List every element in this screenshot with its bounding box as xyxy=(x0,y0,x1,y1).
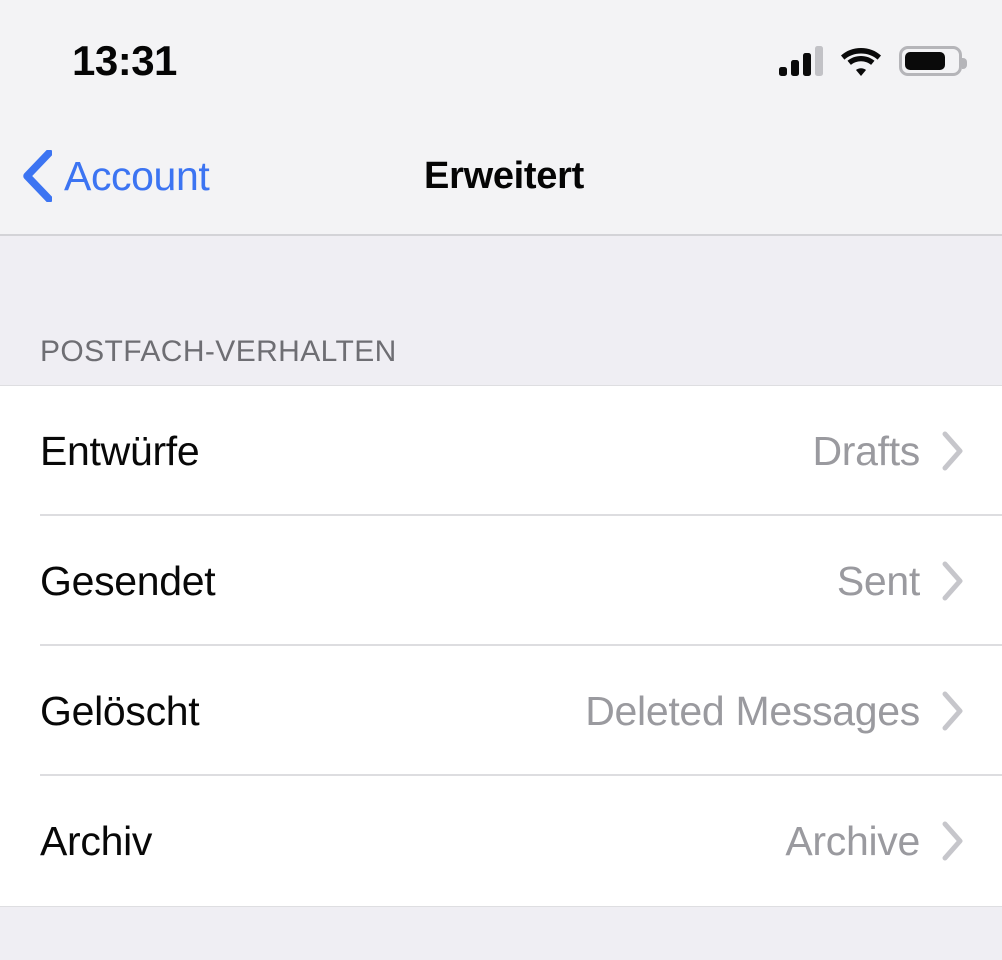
signal-bar-1 xyxy=(779,67,787,76)
cellular-signal-icon xyxy=(779,46,823,76)
list-item-drafts[interactable]: Entwürfe Drafts xyxy=(0,386,1002,516)
list-item-label: Archiv xyxy=(40,817,153,864)
list-item-label: Entwürfe xyxy=(40,427,200,474)
list-item-value: Sent xyxy=(836,557,920,604)
signal-bar-3 xyxy=(803,53,811,76)
navigation-bar: Account Erweitert xyxy=(0,118,1002,236)
battery-fill xyxy=(905,52,945,70)
list-item-value: Deleted Messages xyxy=(585,687,920,734)
chevron-right-icon xyxy=(942,431,963,471)
settings-list: Entwürfe Drafts Gesendet Sent Gelöscht D… xyxy=(0,385,1002,907)
status-icons xyxy=(779,42,967,76)
status-time: 13:31 xyxy=(72,37,177,84)
phone-screen: 13:31 Account Erweitert POSTFACH-VERHALT… xyxy=(0,0,1002,960)
list-item-label: Gelöscht xyxy=(40,687,200,734)
chevron-right-icon xyxy=(942,821,963,861)
list-item-value: Archive xyxy=(785,817,920,864)
chevron-right-icon xyxy=(942,691,963,731)
wifi-icon xyxy=(841,48,881,76)
status-bar: 13:31 xyxy=(0,0,1002,118)
settings-content: POSTFACH-VERHALTEN Entwürfe Drafts Gesen… xyxy=(0,236,1002,960)
list-footer-spacer xyxy=(0,907,1002,960)
chevron-right-icon xyxy=(942,561,963,601)
list-item-archive[interactable]: Archiv Archive xyxy=(0,776,1002,906)
list-item-value: Drafts xyxy=(812,427,920,474)
list-item-detail: Archive xyxy=(785,817,964,864)
signal-bar-4 xyxy=(815,46,823,76)
list-item-deleted[interactable]: Gelöscht Deleted Messages xyxy=(0,646,1002,776)
list-item-detail: Drafts xyxy=(812,427,964,474)
signal-bar-2 xyxy=(791,60,799,76)
list-item-sent[interactable]: Gesendet Sent xyxy=(0,516,1002,646)
list-item-detail: Deleted Messages xyxy=(585,687,964,734)
list-item-detail: Sent xyxy=(836,557,964,604)
page-title: Erweitert xyxy=(424,155,584,197)
section-header-mailbox-behavior: POSTFACH-VERHALTEN xyxy=(40,335,397,368)
battery-icon xyxy=(899,46,967,76)
list-item-label: Gesendet xyxy=(40,557,216,604)
